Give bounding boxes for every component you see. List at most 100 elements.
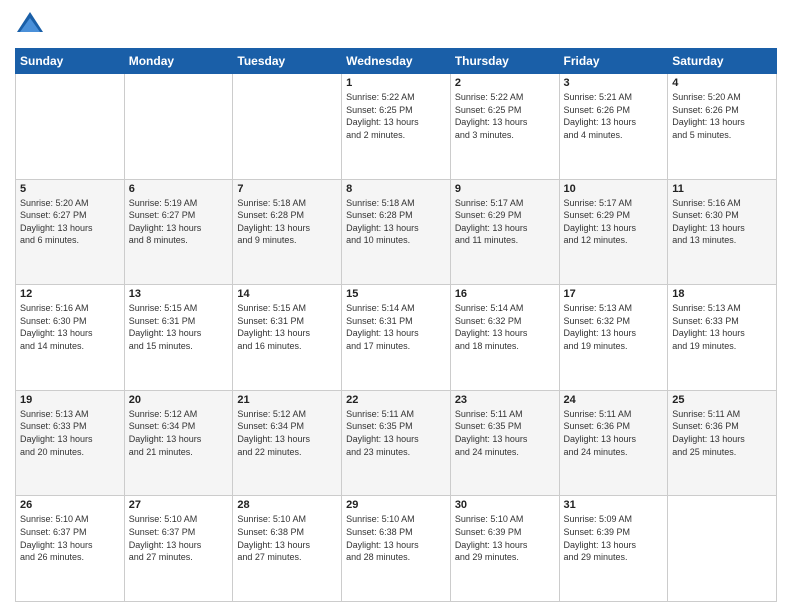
calendar-header: SundayMondayTuesdayWednesdayThursdayFrid… [16,49,777,74]
calendar-cell: 30 Sunrise: 5:10 AM Sunset: 6:39 PM Dayli… [450,496,559,602]
day-number: 7 [237,183,337,195]
calendar-body: 1 Sunrise: 5:22 AM Sunset: 6:25 PM Daylig… [16,74,777,602]
calendar-cell: 5 Sunrise: 5:20 AM Sunset: 6:27 PM Daylig… [16,179,125,285]
header-row: SundayMondayTuesdayWednesdayThursdayFrid… [16,49,777,74]
day-number: 12 [20,288,120,300]
header [15,10,777,40]
day-number: 15 [346,288,446,300]
day-number: 1 [346,77,446,89]
week-row-2: 12 Sunrise: 5:16 AM Sunset: 6:30 PM Dayli… [16,285,777,391]
day-info: Sunrise: 5:13 AM Sunset: 6:32 PM Dayligh… [564,302,664,352]
day-info: Sunrise: 5:19 AM Sunset: 6:27 PM Dayligh… [129,197,229,247]
day-number: 31 [564,499,664,511]
header-day-sunday: Sunday [16,49,125,74]
day-number: 29 [346,499,446,511]
day-info: Sunrise: 5:14 AM Sunset: 6:32 PM Dayligh… [455,302,555,352]
calendar-cell: 4Sunrise: 5:20 AM Sunset: 6:26 PM Daylig… [668,74,777,180]
calendar-cell: 26Sunrise: 5:10 AM Sunset: 6:37 PM Dayli… [16,496,125,602]
day-number: 14 [237,288,337,300]
calendar-cell: 18 Sunrise: 5:13 AM Sunset: 6:33 PM Dayli… [668,285,777,391]
calendar-cell: 19 Sunrise: 5:13 AM Sunset: 6:33 PM Dayli… [16,390,125,496]
day-number: 26 [20,499,120,511]
day-number: 6 [129,183,229,195]
calendar-cell [668,496,777,602]
calendar-cell: 24 Sunrise: 5:11 AM Sunset: 6:36 PM Dayli… [559,390,668,496]
day-info: Sunrise: 5:11 AM Sunset: 6:36 PM Dayligh… [672,408,772,458]
day-number: 3 [564,77,664,89]
week-row-1: 5 Sunrise: 5:20 AM Sunset: 6:27 PM Daylig… [16,179,777,285]
calendar-cell: 28Sunrise: 5:10 AM Sunset: 6:38 PM Dayli… [233,496,342,602]
day-number: 9 [455,183,555,195]
calendar-cell [16,74,125,180]
calendar-cell: 21 Sunrise: 5:12 AM Sunset: 6:34 PM Dayli… [233,390,342,496]
calendar-cell: 17Sunrise: 5:13 AM Sunset: 6:32 PM Dayli… [559,285,668,391]
calendar-cell: 22 Sunrise: 5:11 AM Sunset: 6:35 PM Dayli… [342,390,451,496]
day-number: 11 [672,183,772,195]
day-info: Sunrise: 5:10 AM Sunset: 6:38 PM Dayligh… [237,513,337,563]
page: SundayMondayTuesdayWednesdayThursdayFrid… [0,0,792,612]
day-number: 5 [20,183,120,195]
day-number: 18 [672,288,772,300]
day-number: 20 [129,394,229,406]
calendar-cell: 15 Sunrise: 5:14 AM Sunset: 6:31 PM Dayli… [342,285,451,391]
day-info: Sunrise: 5:09 AM Sunset: 6:39 PM Dayligh… [564,513,664,563]
day-info: Sunrise: 5:13 AM Sunset: 6:33 PM Dayligh… [20,408,120,458]
day-number: 30 [455,499,555,511]
calendar-cell: 7 Sunrise: 5:18 AM Sunset: 6:28 PM Daylig… [233,179,342,285]
calendar-cell: 6 Sunrise: 5:19 AM Sunset: 6:27 PM Daylig… [124,179,233,285]
header-day-friday: Friday [559,49,668,74]
day-info: Sunrise: 5:10 AM Sunset: 6:39 PM Dayligh… [455,513,555,563]
day-info: Sunrise: 5:17 AM Sunset: 6:29 PM Dayligh… [455,197,555,247]
day-info: Sunrise: 5:15 AM Sunset: 6:31 PM Dayligh… [129,302,229,352]
day-info: Sunrise: 5:17 AM Sunset: 6:29 PM Dayligh… [564,197,664,247]
day-info: Sunrise: 5:22 AM Sunset: 6:25 PM Dayligh… [455,91,555,141]
calendar-cell [233,74,342,180]
calendar-cell: 10 Sunrise: 5:17 AM Sunset: 6:29 PM Dayli… [559,179,668,285]
day-info: Sunrise: 5:20 AM Sunset: 6:27 PM Dayligh… [20,197,120,247]
day-info: Sunrise: 5:11 AM Sunset: 6:36 PM Dayligh… [564,408,664,458]
calendar-cell: 29 Sunrise: 5:10 AM Sunset: 6:38 PM Dayli… [342,496,451,602]
day-number: 19 [20,394,120,406]
day-number: 25 [672,394,772,406]
header-day-tuesday: Tuesday [233,49,342,74]
day-info: Sunrise: 5:13 AM Sunset: 6:33 PM Dayligh… [672,302,772,352]
calendar-cell: 31 Sunrise: 5:09 AM Sunset: 6:39 PM Dayli… [559,496,668,602]
day-info: Sunrise: 5:21 AM Sunset: 6:26 PM Dayligh… [564,91,664,141]
day-number: 8 [346,183,446,195]
day-info: Sunrise: 5:20 AM Sunset: 6:26 PM Dayligh… [672,91,772,141]
day-number: 10 [564,183,664,195]
day-info: Sunrise: 5:11 AM Sunset: 6:35 PM Dayligh… [455,408,555,458]
calendar-cell: 2 Sunrise: 5:22 AM Sunset: 6:25 PM Daylig… [450,74,559,180]
calendar-cell: 16 Sunrise: 5:14 AM Sunset: 6:32 PM Dayli… [450,285,559,391]
calendar-cell: 11Sunrise: 5:16 AM Sunset: 6:30 PM Dayli… [668,179,777,285]
logo-icon [15,10,45,40]
day-info: Sunrise: 5:18 AM Sunset: 6:28 PM Dayligh… [346,197,446,247]
day-number: 2 [455,77,555,89]
day-number: 22 [346,394,446,406]
day-info: Sunrise: 5:10 AM Sunset: 6:38 PM Dayligh… [346,513,446,563]
day-info: Sunrise: 5:14 AM Sunset: 6:31 PM Dayligh… [346,302,446,352]
header-day-thursday: Thursday [450,49,559,74]
calendar-cell: 12 Sunrise: 5:16 AM Sunset: 6:30 PM Dayli… [16,285,125,391]
day-info: Sunrise: 5:18 AM Sunset: 6:28 PM Dayligh… [237,197,337,247]
day-number: 16 [455,288,555,300]
day-info: Sunrise: 5:16 AM Sunset: 6:30 PM Dayligh… [20,302,120,352]
header-day-monday: Monday [124,49,233,74]
week-row-4: 26Sunrise: 5:10 AM Sunset: 6:37 PM Dayli… [16,496,777,602]
calendar-cell: 8 Sunrise: 5:18 AM Sunset: 6:28 PM Daylig… [342,179,451,285]
day-info: Sunrise: 5:22 AM Sunset: 6:25 PM Dayligh… [346,91,446,141]
calendar-cell [124,74,233,180]
header-day-saturday: Saturday [668,49,777,74]
calendar-cell: 1 Sunrise: 5:22 AM Sunset: 6:25 PM Daylig… [342,74,451,180]
day-number: 27 [129,499,229,511]
day-number: 21 [237,394,337,406]
day-info: Sunrise: 5:11 AM Sunset: 6:35 PM Dayligh… [346,408,446,458]
day-number: 23 [455,394,555,406]
day-info: Sunrise: 5:12 AM Sunset: 6:34 PM Dayligh… [237,408,337,458]
day-number: 13 [129,288,229,300]
day-info: Sunrise: 5:12 AM Sunset: 6:34 PM Dayligh… [129,408,229,458]
day-info: Sunrise: 5:15 AM Sunset: 6:31 PM Dayligh… [237,302,337,352]
day-number: 24 [564,394,664,406]
calendar-cell: 13 Sunrise: 5:15 AM Sunset: 6:31 PM Dayli… [124,285,233,391]
week-row-0: 1 Sunrise: 5:22 AM Sunset: 6:25 PM Daylig… [16,74,777,180]
